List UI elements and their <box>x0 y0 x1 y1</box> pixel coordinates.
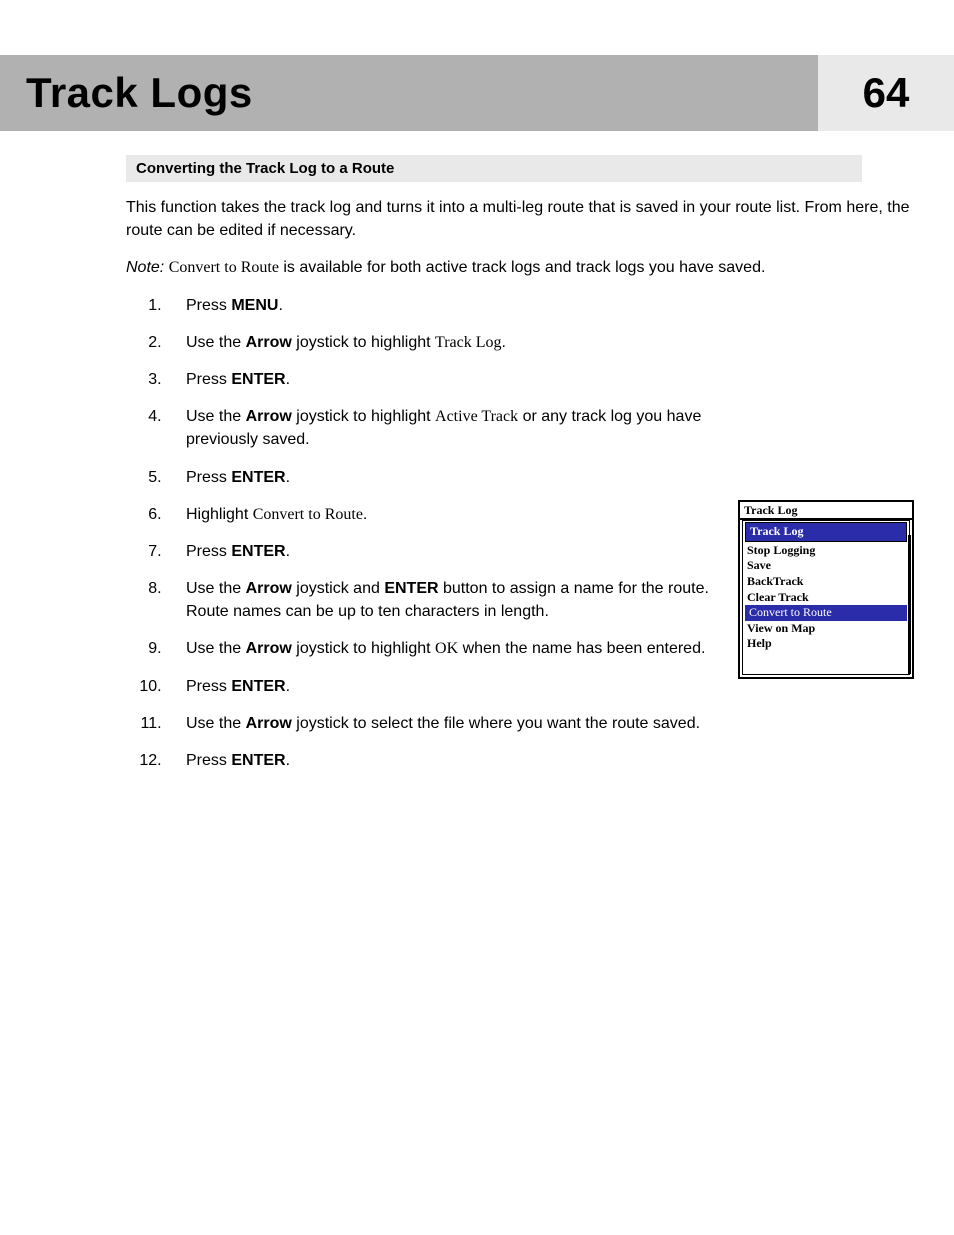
step-item: Use the Arrow joystick and ENTER button … <box>166 577 728 623</box>
screenshot-menu-items: Stop LoggingSaveBackTrackClear TrackConv… <box>743 543 909 652</box>
section-heading: Converting the Track Log to a Route <box>126 155 862 182</box>
note-label: Note: <box>126 259 164 276</box>
header-bar: Track Logs 64 <box>0 55 954 131</box>
note-paragraph: Note: Convert to Route is available for … <box>126 256 914 279</box>
manual-page: Track Logs 64 Converting the Track Log t… <box>0 0 954 1235</box>
screenshot-menu-item: Save <box>743 558 909 574</box>
step-item: Highlight Convert to Route. <box>166 503 728 526</box>
screenshot-menu-item: Clear Track <box>743 590 909 606</box>
note-rest: is available for both active track logs … <box>279 259 765 276</box>
step-item: Use the Arrow joystick to highlight Trac… <box>166 331 728 354</box>
intro-paragraph: This function takes the track log and tu… <box>126 196 914 242</box>
note-ui-term: Convert to Route <box>169 259 279 276</box>
step-item: Press ENTER. <box>166 675 728 698</box>
header-right: 64 <box>818 55 954 131</box>
step-item: Press MENU. <box>166 294 728 317</box>
header-left: Track Logs <box>0 55 818 131</box>
screenshot-menu-item: Stop Logging <box>743 543 909 559</box>
screenshot-menu: Track Log Stop LoggingSaveBackTrackClear… <box>742 520 910 675</box>
screenshot-blank <box>743 652 909 674</box>
screenshot-menu-item: BackTrack <box>743 574 909 590</box>
screenshot-window-title: Track Log <box>740 502 912 521</box>
screenshot-menu-item: View on Map <box>743 621 909 637</box>
step-item: Press ENTER. <box>166 466 728 489</box>
scrollbar-icon <box>908 535 911 674</box>
step-item: Press ENTER. <box>166 540 728 563</box>
step-item: Use the Arrow joystick to select the fil… <box>166 712 728 735</box>
steps-with-figure: Press MENU. Use the Arrow joystick to hig… <box>126 294 914 787</box>
chapter-title: Track Logs <box>26 69 253 117</box>
device-screenshot: Track Log Track Log Stop LoggingSaveBack… <box>738 500 914 679</box>
screenshot-menu-item: Help <box>743 636 909 652</box>
steps-list: Press MENU. Use the Arrow joystick to hig… <box>126 294 728 773</box>
steps-column: Press MENU. Use the Arrow joystick to hig… <box>126 294 728 787</box>
step-item: Use the Arrow joystick to highlight OK w… <box>166 637 728 660</box>
page-number: 64 <box>863 69 910 117</box>
step-item: Use the Arrow joystick to highlight Acti… <box>166 405 728 451</box>
screenshot-menu-header: Track Log <box>745 522 907 542</box>
screenshot-menu-item: Convert to Route <box>745 605 907 621</box>
step-item: Press ENTER. <box>166 749 728 772</box>
content-area: Converting the Track Log to a Route This… <box>0 131 954 786</box>
step-item: Press ENTER. <box>166 368 728 391</box>
